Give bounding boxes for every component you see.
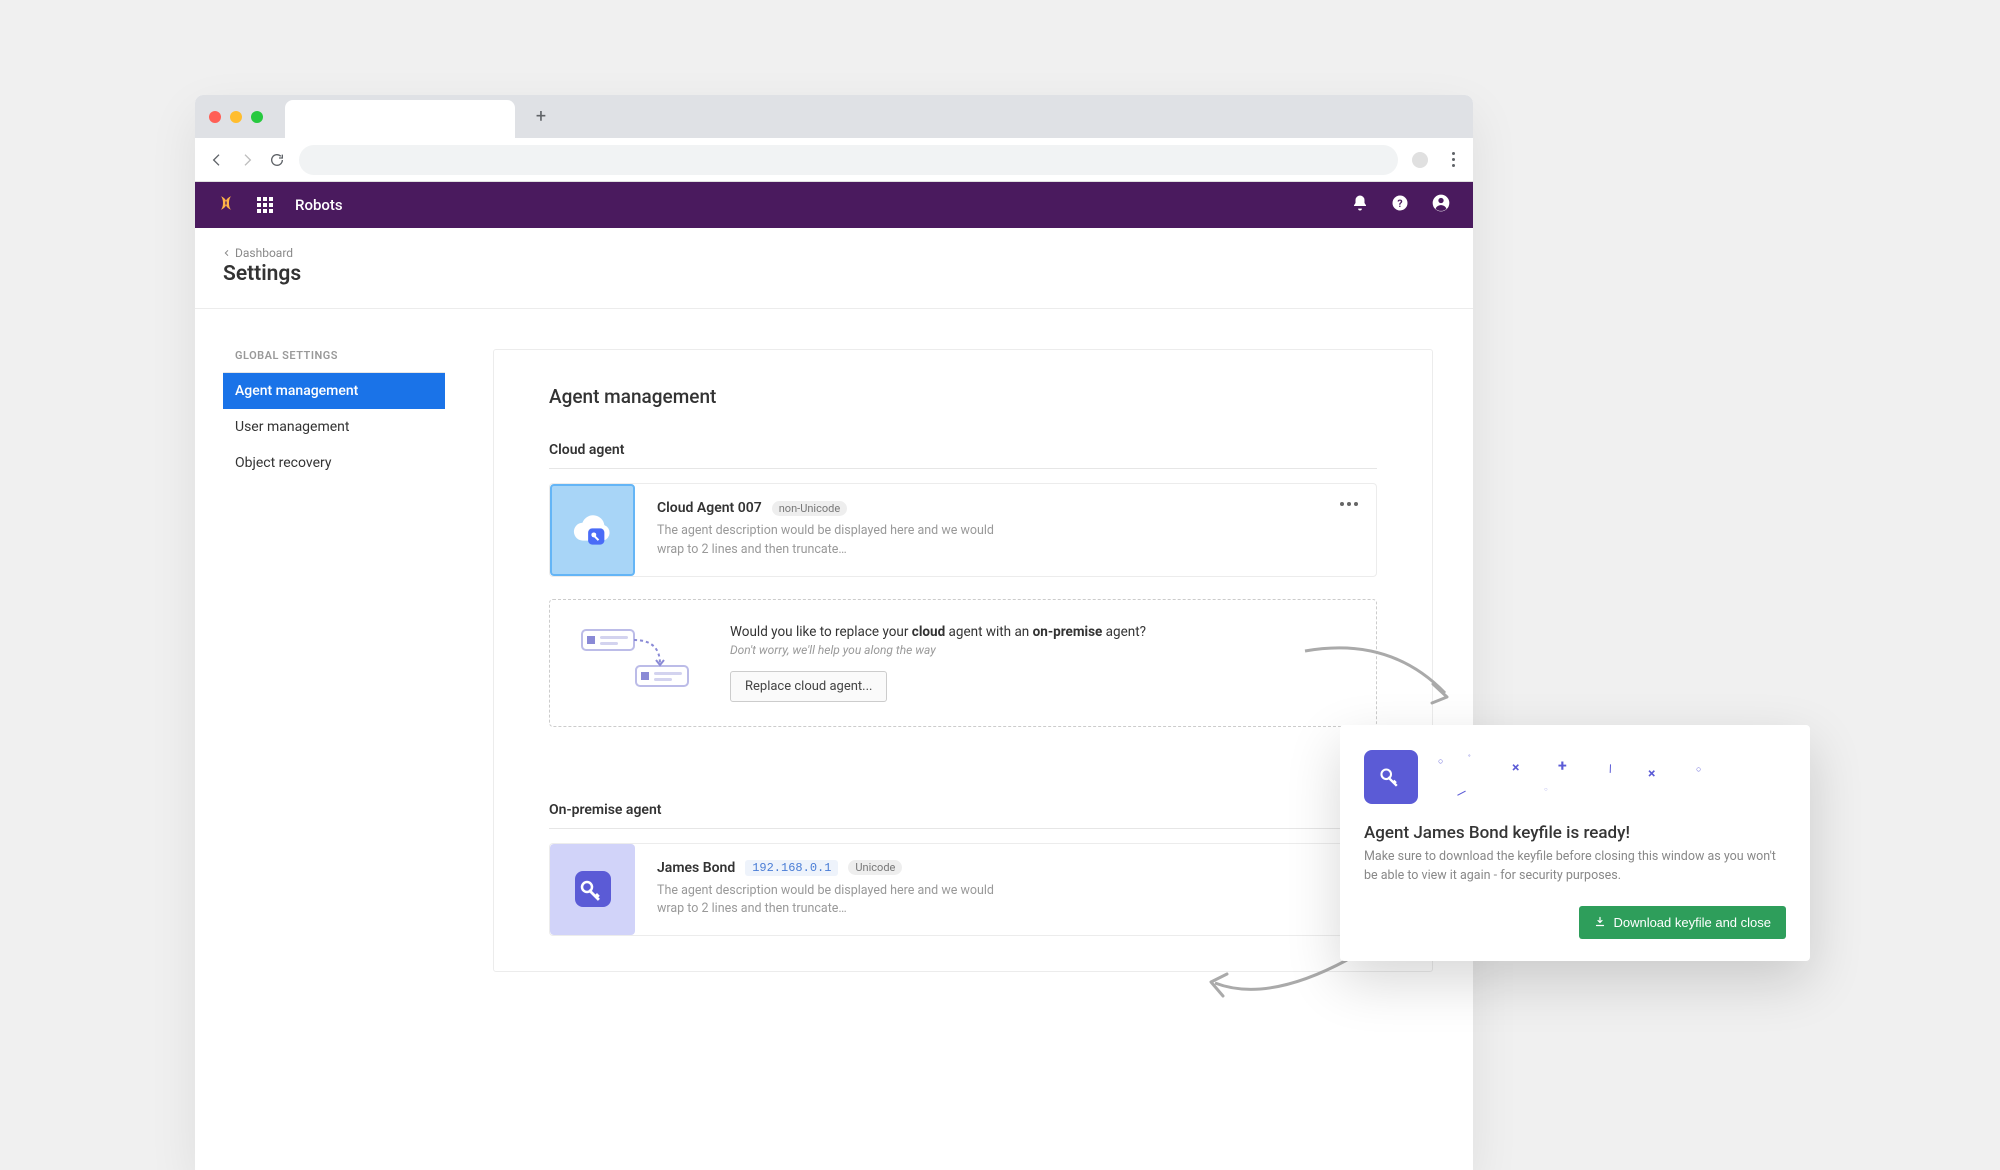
address-bar[interactable] <box>299 145 1398 175</box>
browser-tabbar: + <box>195 95 1473 138</box>
prem-agent-name: James Bond <box>657 860 735 876</box>
replace-subtext: Don't worry, we'll help you along the wa… <box>730 643 1146 657</box>
keyfile-popup: ○ ° ⁄ × + ○ ⁄ × ○ Agent James Bond keyfi… <box>1340 725 1810 961</box>
notifications-icon[interactable] <box>1351 194 1369 216</box>
svg-text:?: ? <box>1397 197 1402 210</box>
popup-title: Agent James Bond keyfile is ready! <box>1364 823 1786 843</box>
sidebar-item-label: Object recovery <box>235 455 332 471</box>
window-controls <box>209 111 263 123</box>
cloud-agent-desc: The agent description would be displayed… <box>657 522 997 560</box>
new-tab-button[interactable]: + <box>527 103 555 131</box>
download-button-label: Download keyfile and close <box>1613 915 1771 930</box>
prem-section-title: On-premise agent <box>549 802 1377 829</box>
account-icon[interactable] <box>1431 193 1451 217</box>
cloud-agent-badge: non-Unicode <box>772 501 847 516</box>
popup-desc: Make sure to download the keyfile before… <box>1364 848 1786 886</box>
forward-icon[interactable] <box>239 152 255 168</box>
reload-icon[interactable] <box>269 152 285 168</box>
cloud-agent-menu-icon[interactable] <box>1340 502 1358 506</box>
breadcrumb[interactable]: Dashboard <box>223 246 1445 260</box>
prem-agent-thumb-icon <box>550 844 635 936</box>
prem-agent-ip: 192.168.0.1 <box>745 860 838 876</box>
browser-window: + Robots ? <box>195 95 1473 1170</box>
content-title: Agent management <box>549 385 1377 408</box>
replace-illustration-icon <box>578 624 698 700</box>
confetti-icon: ○ ° ⁄ × + ○ ⁄ × ○ <box>1432 752 1786 802</box>
cloud-agent-card: Cloud Agent 007 non-Unicode The agent de… <box>549 483 1377 577</box>
cloud-agent-name: Cloud Agent 007 <box>657 500 762 516</box>
download-keyfile-button[interactable]: Download keyfile and close <box>1579 906 1786 939</box>
page-header: Dashboard Settings <box>195 228 1473 309</box>
prem-agent-badge: Unicode <box>848 860 902 875</box>
sidebar-item-agent-management[interactable]: Agent management <box>223 373 445 409</box>
cloud-agent-thumb-icon <box>550 484 635 576</box>
browser-tab[interactable] <box>285 100 515 138</box>
app-title: Robots <box>295 196 343 214</box>
sidebar-item-label: User management <box>235 419 349 435</box>
content-panel: Agent management Cloud agent Cloud Agent… <box>493 349 1433 972</box>
browser-menu-icon[interactable] <box>1448 152 1459 167</box>
replace-agent-box: Would you like to replace your cloud age… <box>549 599 1377 727</box>
prem-agent-card: James Bond 192.168.0.1 Unicode The agent… <box>549 843 1377 937</box>
app-bar: Robots ? <box>195 182 1473 228</box>
replace-text: Would you like to replace your cloud age… <box>730 624 1146 640</box>
sidebar-item-object-recovery[interactable]: Object recovery <box>223 445 453 481</box>
chevron-left-icon <box>223 249 231 257</box>
key-icon <box>1364 750 1418 804</box>
help-icon[interactable]: ? <box>1391 194 1409 216</box>
sidebar-heading: GLOBAL SETTINGS <box>223 349 445 373</box>
breadcrumb-label: Dashboard <box>235 246 293 260</box>
sidebar: GLOBAL SETTINGS Agent management User ma… <box>195 309 453 972</box>
maximize-window-icon[interactable] <box>251 111 263 123</box>
sidebar-item-user-management[interactable]: User management <box>223 409 453 445</box>
app-logo-icon[interactable] <box>217 194 235 216</box>
profile-dot-icon[interactable] <box>1412 152 1428 168</box>
back-icon[interactable] <box>209 152 225 168</box>
minimize-window-icon[interactable] <box>230 111 242 123</box>
sidebar-item-label: Agent management <box>235 383 358 399</box>
browser-toolbar <box>195 138 1473 182</box>
apps-grid-icon[interactable] <box>257 197 273 213</box>
page-title: Settings <box>223 262 1445 286</box>
close-window-icon[interactable] <box>209 111 221 123</box>
replace-cloud-agent-button[interactable]: Replace cloud agent... <box>730 671 887 702</box>
download-icon <box>1594 916 1606 928</box>
cloud-section-title: Cloud agent <box>549 442 1377 469</box>
prem-agent-desc: The agent description would be displayed… <box>657 882 997 920</box>
